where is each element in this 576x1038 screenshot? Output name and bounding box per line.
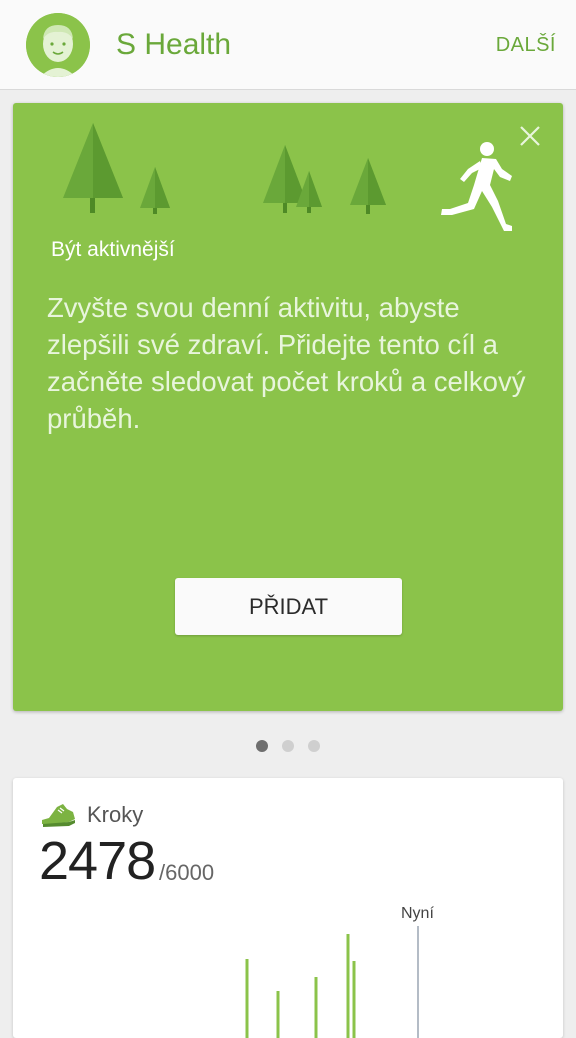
- add-button[interactable]: PŘIDAT: [175, 578, 402, 635]
- steps-chart: [245, 926, 419, 1038]
- steps-card[interactable]: Kroky 2478 /6000 Nyní: [13, 778, 563, 1038]
- page-indicator: [0, 740, 576, 754]
- page-dot-3[interactable]: [308, 740, 320, 752]
- more-button[interactable]: DALŠÍ: [496, 34, 556, 57]
- goal-title: Být aktivnější: [51, 238, 175, 261]
- app-bar: S Health DALŠÍ: [0, 0, 576, 90]
- app-title: S Health: [116, 28, 232, 61]
- page-dot-1[interactable]: [256, 740, 268, 752]
- page-dot-2[interactable]: [282, 740, 294, 752]
- goal-card: Být aktivnější Zvyšte svou denní aktivit…: [13, 103, 563, 711]
- user-face-icon: [26, 13, 90, 77]
- runner-icon: [441, 142, 512, 231]
- avatar[interactable]: [26, 13, 90, 77]
- close-icon[interactable]: [517, 123, 543, 149]
- goal-description: Zvyšte svou denní aktivitu, abyste zlepš…: [47, 292, 526, 434]
